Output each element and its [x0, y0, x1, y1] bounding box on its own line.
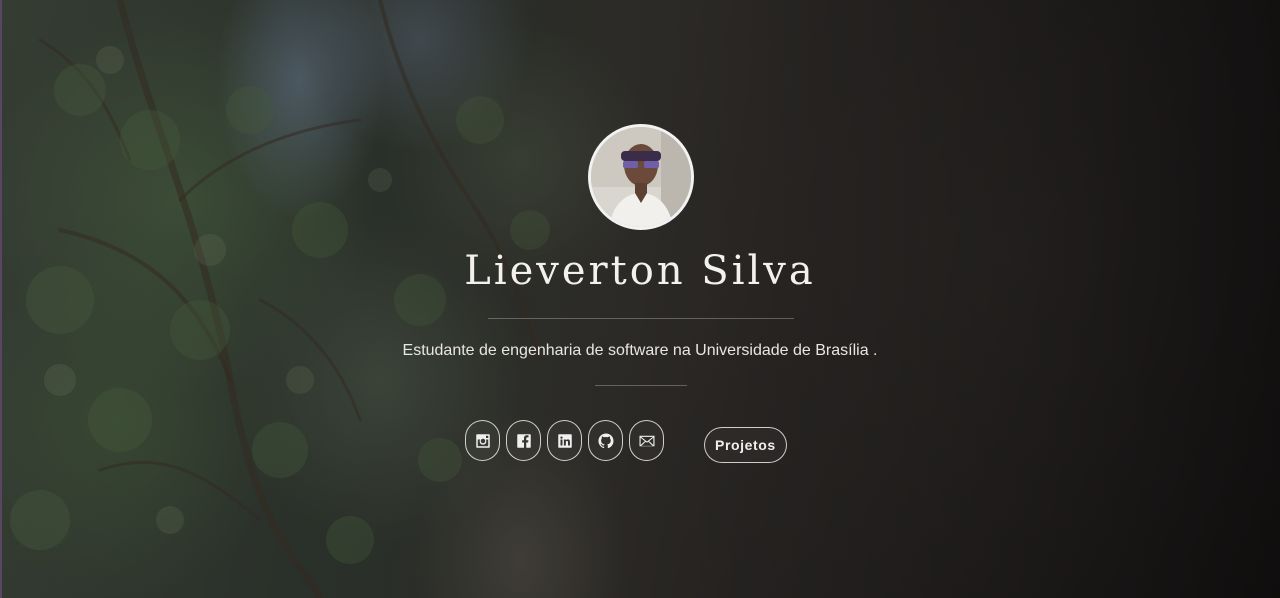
hero-section: Lieverton Silva Estudante de engenharia … — [0, 0, 1280, 598]
github-icon — [597, 432, 613, 448]
email-button[interactable] — [629, 420, 664, 461]
instagram-button[interactable] — [465, 420, 500, 461]
instagram-icon — [475, 433, 490, 448]
linkedin-icon — [557, 433, 572, 448]
profile-tagline: Estudante de engenharia de software na U… — [402, 342, 878, 359]
profile-content: Lieverton Silva Estudante de engenharia … — [0, 0, 1280, 598]
facebook-button[interactable] — [506, 420, 541, 461]
divider-long — [488, 318, 794, 319]
email-icon — [639, 435, 654, 446]
avatar — [588, 124, 694, 230]
divider-short — [595, 385, 687, 386]
projects-button[interactable]: Projetos — [704, 427, 787, 463]
avatar-photo — [591, 127, 691, 227]
profile-name: Lieverton Silva — [464, 248, 816, 294]
linkedin-button[interactable] — [547, 420, 582, 461]
facebook-icon — [516, 433, 531, 448]
github-button[interactable] — [588, 420, 623, 461]
social-links — [465, 420, 664, 461]
